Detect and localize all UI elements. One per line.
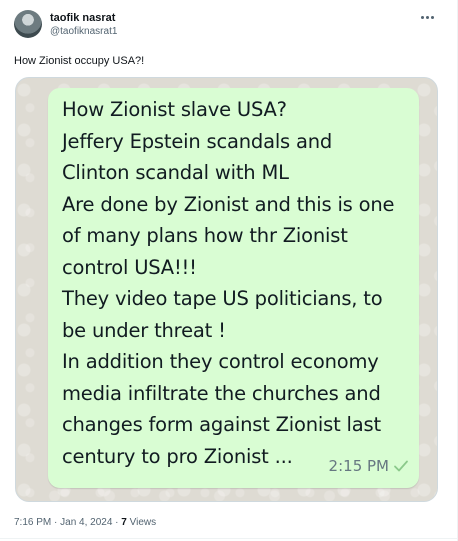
message-line: Jeffery Epstein scandals and [62, 129, 333, 153]
message-line: be under threat ! [62, 318, 226, 342]
message-text: How Zionist slave USA? Jeffery Epstein s… [62, 94, 412, 472]
post: taofik nasrat @taofiknasrat1 How Zionist… [0, 0, 458, 541]
author-display-name[interactable]: taofik nasrat [50, 11, 117, 25]
message-line: media infiltrate the churches and [62, 381, 381, 405]
avatar[interactable] [14, 10, 42, 38]
message-line: Are done by Zionist and this is one [62, 192, 395, 216]
divider [0, 538, 457, 539]
tweet-text: How Zionist occupy USA?! [14, 55, 145, 67]
post-header: taofik nasrat @taofiknasrat1 [14, 8, 443, 44]
post-timestamp[interactable]: 7:16 PM · Jan 4, 2024 · [14, 517, 121, 528]
message-line: of many plans how thr Zionist [62, 224, 348, 247]
message-time: 2:15 PM [328, 457, 389, 475]
author-handle[interactable]: @taofiknasrat1 [50, 25, 117, 39]
message-line: They video tape US politicians, to [62, 287, 383, 310]
message-bubble: How Zionist slave USA? Jeffery Epstein s… [48, 88, 419, 488]
post-footer: 7:16 PM · Jan 4, 2024 · 7 Views [14, 517, 156, 528]
attached-image[interactable]: How Zionist slave USA? Jeffery Epstein s… [15, 77, 438, 502]
message-line: Clinton scandal with ML [62, 161, 289, 184]
message-line: How Zionist slave USA? [62, 98, 287, 121]
more-options-icon[interactable] [417, 10, 437, 24]
message-line: control USA!!! [62, 255, 197, 279]
message-meta: 2:15 PM [329, 457, 409, 475]
message-line: In addition they control economy [62, 350, 379, 373]
views-label: Views [126, 517, 157, 528]
check-icon [394, 460, 408, 472]
author-names[interactable]: taofik nasrat @taofiknasrat1 [50, 11, 117, 39]
message-line: changes form against Zionist last [62, 413, 381, 436]
